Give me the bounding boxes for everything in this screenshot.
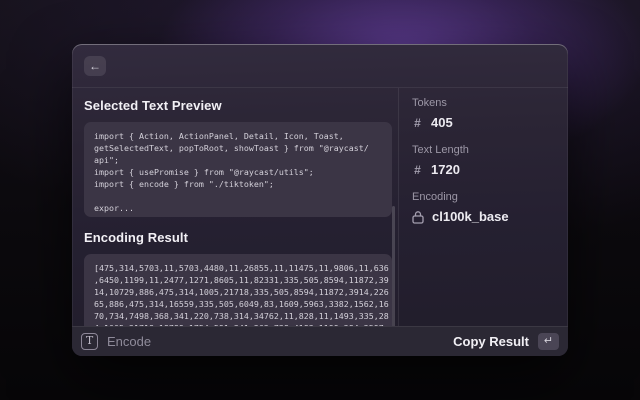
command-name-label: Encode bbox=[107, 334, 453, 349]
back-arrow-icon: ← bbox=[89, 59, 101, 73]
selected-text-heading: Selected Text Preview bbox=[84, 98, 392, 113]
text-length-value: 1720 bbox=[431, 162, 460, 177]
text-command-icon: T bbox=[81, 333, 98, 350]
main-content: Selected Text Preview import { Action, A… bbox=[72, 88, 399, 326]
copy-result-label: Copy Result bbox=[453, 334, 529, 349]
encoding-result-heading: Encoding Result bbox=[84, 230, 392, 245]
lock-icon bbox=[412, 210, 424, 224]
back-button[interactable]: ← bbox=[84, 56, 106, 76]
tokens-value-row: # 405 bbox=[412, 115, 556, 130]
hash-icon: # bbox=[412, 116, 423, 130]
metadata-sidebar: Tokens # 405 Text Length # 1720 Encoding bbox=[399, 88, 568, 326]
copy-result-button[interactable]: Copy Result ↵ bbox=[453, 333, 559, 350]
encoding-label: Encoding bbox=[412, 191, 556, 203]
encoding-result-code-block: [475,314,5703,11,5703,4480,11,26855,11,1… bbox=[84, 254, 392, 326]
selected-text-code-block: import { Action, ActionPanel, Detail, Ic… bbox=[84, 122, 392, 217]
text-length-value-row: # 1720 bbox=[412, 162, 556, 177]
tokens-value: 405 bbox=[431, 115, 453, 130]
window-header: ← bbox=[72, 44, 568, 88]
hash-icon: # bbox=[412, 163, 423, 177]
window-body: Selected Text Preview import { Action, A… bbox=[72, 88, 568, 326]
scrollbar[interactable] bbox=[392, 206, 395, 326]
encoding-value-row: cl100k_base bbox=[412, 209, 556, 224]
desktop-background: ← Selected Text Preview import { Action,… bbox=[0, 0, 640, 400]
tokens-label: Tokens bbox=[412, 97, 556, 109]
action-bar: T Encode Copy Result ↵ bbox=[72, 326, 568, 356]
encoding-value: cl100k_base bbox=[432, 209, 509, 224]
enter-key-icon: ↵ bbox=[538, 333, 559, 350]
text-length-label: Text Length bbox=[412, 144, 556, 156]
raycast-window: ← Selected Text Preview import { Action,… bbox=[72, 44, 568, 356]
